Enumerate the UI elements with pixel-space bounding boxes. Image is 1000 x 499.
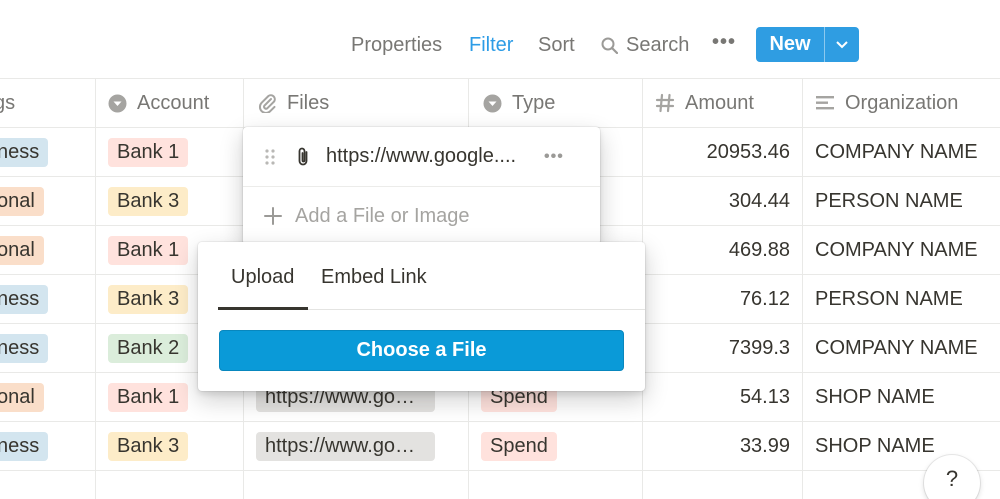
help-button[interactable]: ? xyxy=(924,455,980,499)
account-pill: Bank 3 xyxy=(108,432,189,461)
account-pill: Bank 3 xyxy=(108,285,189,314)
attached-file-url[interactable]: https://www.google.... xyxy=(326,145,534,168)
table-cell-organization[interactable]: COMPANY NAME xyxy=(815,324,978,373)
table-cell-organization[interactable]: PERSON NAME xyxy=(815,177,963,226)
text-property-icon xyxy=(816,96,834,110)
tag-pill: onal xyxy=(0,383,44,412)
tag-pill: ness xyxy=(0,334,49,363)
number-property-icon xyxy=(655,93,675,113)
table-cell-tags[interactable]: onal xyxy=(0,226,44,275)
view-toolbar: Properties Filter Sort Search ••• New xyxy=(0,0,1000,78)
tag-pill: ness xyxy=(0,432,49,461)
column-header-label: Files xyxy=(287,91,330,114)
tag-pill: ness xyxy=(0,138,49,167)
table-cell-tags[interactable]: ness xyxy=(0,422,49,471)
table-cell-amount[interactable]: 7399.3 xyxy=(642,324,790,373)
new-button-group: New xyxy=(756,27,859,62)
table-cell-organization[interactable]: COMPANY NAME xyxy=(815,128,978,177)
table-cell-tags[interactable]: ness xyxy=(0,324,49,373)
new-dropdown-button[interactable] xyxy=(825,27,859,62)
table-cell-tags[interactable]: ness xyxy=(0,275,49,324)
column-header-account[interactable]: Account xyxy=(108,78,209,128)
column-header-label: Organization xyxy=(845,91,959,114)
table-cell-amount[interactable]: 76.12 xyxy=(642,275,790,324)
more-options-button[interactable]: ••• xyxy=(712,30,736,54)
table-cell-organization[interactable]: PERSON NAME xyxy=(815,275,963,324)
table-cell-organization[interactable]: SHOP NAME xyxy=(815,422,935,471)
tag-pill: onal xyxy=(0,236,44,265)
account-pill: Bank 1 xyxy=(108,383,189,412)
table-cell-tags[interactable]: onal xyxy=(0,177,44,226)
table-cell-organization[interactable]: COMPANY NAME xyxy=(815,226,978,275)
account-pill: Bank 1 xyxy=(108,138,189,167)
table-cell-account[interactable]: Bank 1 xyxy=(108,226,189,275)
table-cell-amount[interactable]: 469.88 xyxy=(642,226,790,275)
column-header-type[interactable]: Type xyxy=(483,78,555,128)
column-header-label: Type xyxy=(512,91,556,114)
column-header-label: Amount xyxy=(685,91,754,114)
table-cell-organization[interactable]: SHOP NAME xyxy=(815,373,935,422)
search-icon xyxy=(601,37,618,54)
table-cell-amount[interactable]: 33.99 xyxy=(642,422,790,471)
tag-pill: ness xyxy=(0,285,49,314)
paperclip-icon xyxy=(298,147,308,165)
table-cell-tags[interactable]: onal xyxy=(0,373,44,422)
table-cell-account[interactable]: Bank 1 xyxy=(108,373,189,422)
column-header-label: gs xyxy=(0,91,16,114)
properties-button[interactable]: Properties xyxy=(351,33,442,57)
table-cell-account[interactable]: Bank 1 xyxy=(108,128,189,177)
table-cell-amount[interactable]: 20953.46 xyxy=(642,128,790,177)
tab-embed-link[interactable]: Embed Link xyxy=(321,264,427,290)
attached-file-item[interactable]: https://www.google.... ••• xyxy=(243,127,600,186)
account-pill: Bank 3 xyxy=(108,187,189,216)
tag-pill: onal xyxy=(0,187,44,216)
file-options-button[interactable]: ••• xyxy=(544,148,564,166)
type-pill: Spend xyxy=(481,432,557,461)
chevron-down-icon xyxy=(836,40,848,48)
account-pill: Bank 1 xyxy=(108,236,189,265)
account-pill: Bank 2 xyxy=(108,334,189,363)
sort-button[interactable]: Sort xyxy=(538,33,575,57)
column-header-label: Account xyxy=(137,91,210,114)
choose-file-button[interactable]: Choose a File xyxy=(219,330,624,371)
column-header-files[interactable]: Files xyxy=(257,78,329,128)
select-property-icon xyxy=(483,94,502,112)
search-label: Search xyxy=(626,34,690,56)
upload-popover: Upload Embed Link Choose a File xyxy=(198,242,645,391)
select-property-icon xyxy=(108,94,127,112)
table-cell-account[interactable]: Bank 2 xyxy=(108,324,189,373)
tab-upload[interactable]: Upload xyxy=(231,264,294,290)
table-cell-type[interactable]: Spend xyxy=(481,422,557,471)
table-cell-amount[interactable]: 54.13 xyxy=(642,373,790,422)
drag-handle-icon[interactable] xyxy=(264,148,276,166)
search-button[interactable]: Search xyxy=(601,33,689,57)
add-file-button[interactable]: Add a File or Image xyxy=(243,187,600,245)
paperclip-icon xyxy=(259,94,276,113)
table-cell-amount[interactable]: 304.44 xyxy=(642,177,790,226)
column-divider xyxy=(802,78,803,499)
column-header-tags[interactable]: gs xyxy=(0,78,15,128)
new-button[interactable]: New xyxy=(756,27,824,62)
add-file-label: Add a File or Image xyxy=(295,204,470,227)
table-cell-tags[interactable]: ness xyxy=(0,128,49,177)
active-tab-indicator xyxy=(218,307,308,310)
files-popover: https://www.google.... ••• Add a File or… xyxy=(243,127,600,245)
file-pill: https://www.go… xyxy=(256,432,435,461)
column-divider xyxy=(95,78,96,499)
table-cell-files[interactable]: https://www.go… xyxy=(256,422,435,471)
filter-button[interactable]: Filter xyxy=(469,33,513,57)
column-header-organization[interactable]: Organization xyxy=(815,78,958,128)
column-header-amount[interactable]: Amount xyxy=(655,78,754,128)
table-cell-account[interactable]: Bank 3 xyxy=(108,422,189,471)
table-cell-account[interactable]: Bank 3 xyxy=(108,275,189,324)
table-cell-account[interactable]: Bank 3 xyxy=(108,177,189,226)
plus-icon xyxy=(264,207,282,225)
